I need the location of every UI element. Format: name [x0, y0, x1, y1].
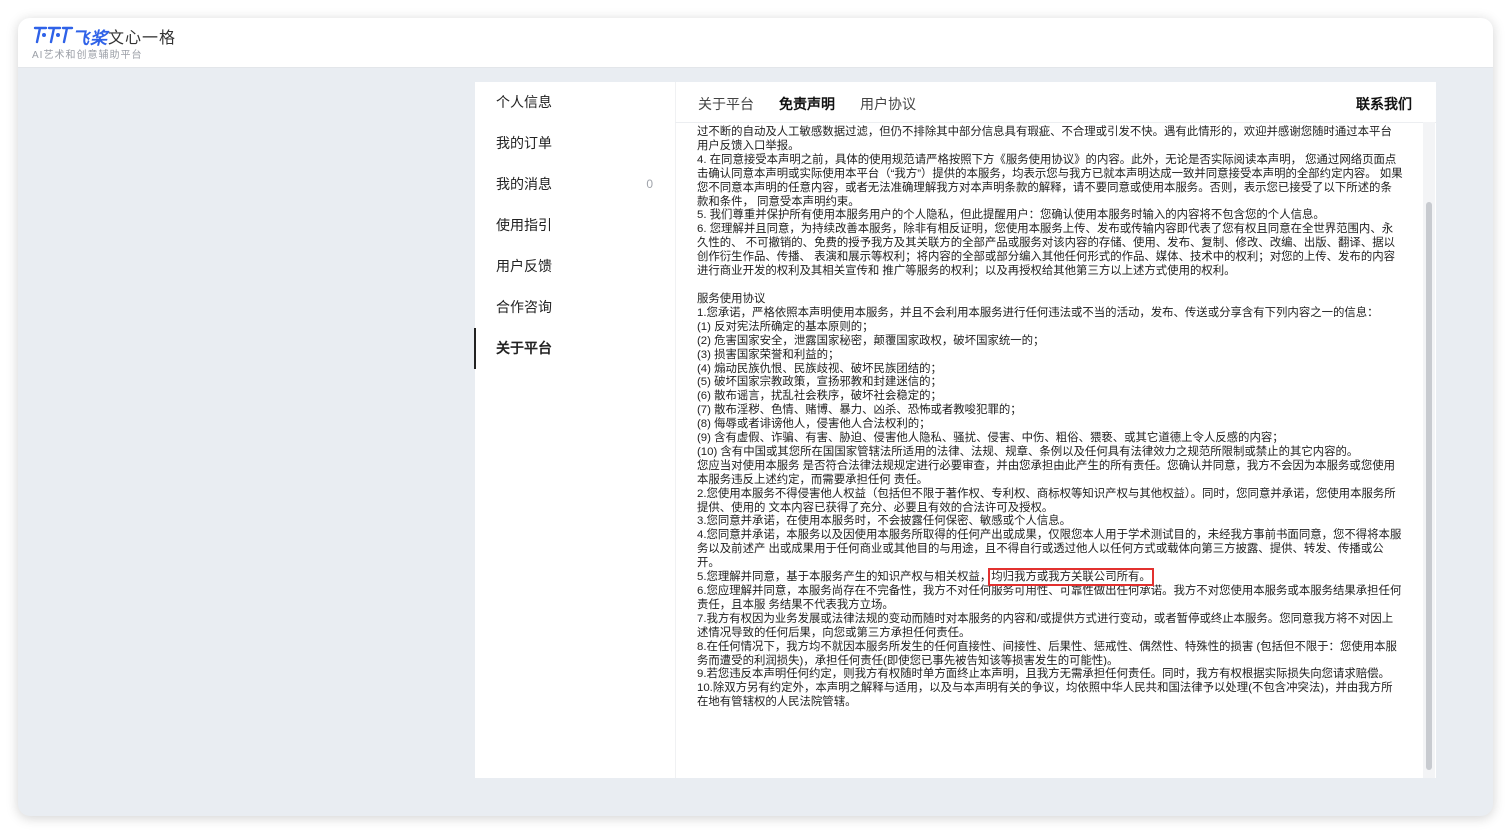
agreement-clause-1-item: (2) 危害国家安全，泄露国家秘密，颠覆国家政权，破坏国家统一的；: [697, 334, 1045, 347]
tab-disclaimer[interactable]: 免责声明: [779, 94, 835, 114]
sidebar: 个人信息 我的订单 我的消息 0 使用指引 用户反馈 合作咨询 关于平台: [474, 82, 676, 778]
sidebar-item-about[interactable]: 关于平台: [474, 328, 675, 369]
tab-about-platform[interactable]: 关于平台: [698, 94, 754, 114]
agreement-clause-5-text: 5.您理解并同意，基于本服务产生的知识产权与相关权益，: [697, 571, 992, 584]
sidebar-item-cooperation[interactable]: 合作咨询: [475, 287, 675, 328]
agreement-clause-1-item: (9) 含有虚假、诈骗、有害、胁迫、侵害他人隐私、骚扰、侵害、中伤、粗俗、猥亵、…: [697, 432, 1284, 445]
logo-slogan: AI艺术和创意辅助平台: [32, 50, 143, 61]
sidebar-item-label: 我的订单: [496, 135, 552, 151]
tab-bar: 关于平台 免责声明 用户协议 联系我们: [675, 82, 1436, 123]
sidebar-item-profile[interactable]: 个人信息: [475, 82, 675, 123]
disclaimer-content[interactable]: 过不断的自动及人工敏感数据过滤，但仍不排除其中部分信息具有瑕疵、不合理或引发不快…: [697, 122, 1403, 762]
scrollbar-thumb[interactable]: [1426, 202, 1432, 770]
agreement-clause-9: 9.若您违反本声明任何约定，则我方有权随时单方面终止本声明，且我方无需承担任何责…: [697, 668, 1390, 681]
agreement-clause-3: 3.您同意并承诺，在使用本服务时，不会披露任何保密、敏感或个人信息。: [697, 515, 1072, 528]
agreement-clause-1: 1.您承诺，严格依照本声明使用本服务，并且不会利用本服务进行任何违法或不当的活动…: [697, 306, 1379, 319]
agreement-clause-6: 6.您应理解并同意，本服务尚存在不完备性，我方不对任何服务可用性、可靠性做出任何…: [697, 585, 1402, 611]
paddle-logo-icon: [33, 26, 74, 44]
sidebar-item-messages[interactable]: 我的消息 0: [475, 164, 675, 205]
agreement-clause-1-item: (6) 散布谣言，扰乱社会秩序，破坏社会稳定的；: [697, 390, 942, 403]
highlighted-ip-ownership-text: 均归我方或我方关联公司所有。: [988, 568, 1154, 587]
tab-user-agreement[interactable]: 用户协议: [860, 94, 916, 114]
settings-panel: 个人信息 我的订单 我的消息 0 使用指引 用户反馈 合作咨询 关于平台 关于平…: [474, 82, 1436, 778]
disclaimer-paragraph-6: 6. 您理解并且同意，为持续改善本服务，除非有相反证明，您使用本服务上传、发布或…: [697, 223, 1395, 278]
contact-us-link[interactable]: 联系我们: [1356, 94, 1412, 114]
sidebar-item-feedback[interactable]: 用户反馈: [475, 246, 675, 287]
agreement-clause-2: 2.您使用本服务不得侵害他人权益（包括但不限于著作权、专利权、商标权等知识产权与…: [697, 487, 1396, 514]
agreement-clause-1-item: (3) 损害国家荣誉和利益的；: [697, 348, 840, 361]
disclaimer-paragraph-5: 5. 我们尊重并保护所有使用本服务用户的个人隐私，但此提醒用户：您确认使用本服务…: [697, 209, 1325, 222]
agreement-clause-7: 7.我方有权因为业务发展或法律法规的变动而随时对本服务的内容和/或提供方式进行变…: [697, 612, 1394, 639]
agreement-clause-1-item: (1) 反对宪法所确定的基本原则的；: [697, 320, 874, 333]
agreement-clause-5: 5.您理解并同意，基于本服务产生的知识产权与相关权益，均归我方或我方关联公司所有…: [697, 568, 1403, 587]
agreement-clause-1-item: (7) 散布淫秽、色情、赌博、暴力、凶杀、恐怖或者教唆犯罪的；: [697, 404, 1022, 417]
disclaimer-paragraph-4: 4. 在同意接受本声明之前，具体的使用规范请严格按照下方《服务使用协议》的内容。…: [697, 153, 1403, 208]
sidebar-item-label: 我的消息: [496, 176, 552, 192]
disclaimer-paragraph-3: 过不断的自动及人工敏感数据过滤，但仍不排除其中部分信息具有瑕疵、不合理或引发不快…: [697, 126, 1392, 152]
message-count-badge: 0: [646, 177, 653, 191]
sidebar-item-label: 合作咨询: [496, 299, 552, 315]
sidebar-item-label: 用户反馈: [496, 258, 552, 274]
sidebar-item-orders[interactable]: 我的订单: [475, 123, 675, 164]
sidebar-item-guide[interactable]: 使用指引: [475, 205, 675, 246]
content-scrollbar[interactable]: [1423, 122, 1435, 778]
agreement-clause-8: 8.在任何情况下，我方均不就因本服务所发生的任何直接性、间接性、后果性、惩戒性、…: [697, 640, 1397, 667]
app-window: 飞桨 文心一格 AI艺术和创意辅助平台 个人信息 我的订单 我的消息 0 使用指…: [18, 18, 1493, 816]
agreement-clause-1-item: (10) 含有中国或其您所在国国家管辖法所适用的法律、法规、规章、条例以及任何具…: [697, 445, 1359, 458]
agreement-clause-1-item: (5) 破坏国家宗教政策，宣扬邪教和封建迷信的；: [697, 376, 942, 389]
agreement-clause-1-tail: 您应当对使用本服务 是否符合法律法规规定进行必要审查，并由您承担由此产生的所有责…: [697, 459, 1395, 486]
sidebar-item-label: 使用指引: [496, 217, 552, 233]
sidebar-item-label: 个人信息: [496, 94, 552, 110]
agreement-clause-4: 4.您同意并承诺，本服务以及因使用本服务所取得的任何产出或成果，仅限您本人用于学…: [697, 529, 1402, 570]
agreement-clause-1-item: (8) 侮辱或者诽谤他人，侵害他人合法权利的；: [697, 418, 931, 431]
logo-product-name: 文心一格: [108, 30, 177, 47]
agreement-clause-10: 10.除双方另有约定外，本声明之解释与适用，以及与本声明有关的争议，均依照中华人…: [697, 682, 1393, 709]
top-bar: 飞桨 文心一格 AI艺术和创意辅助平台: [18, 18, 1493, 68]
agreement-clause-1-item: (4) 煽动民族仇恨、民族歧视、破坏民族团结的；: [697, 362, 942, 375]
agreement-title: 服务使用协议: [697, 292, 766, 305]
sidebar-item-label: 关于平台: [496, 340, 552, 356]
